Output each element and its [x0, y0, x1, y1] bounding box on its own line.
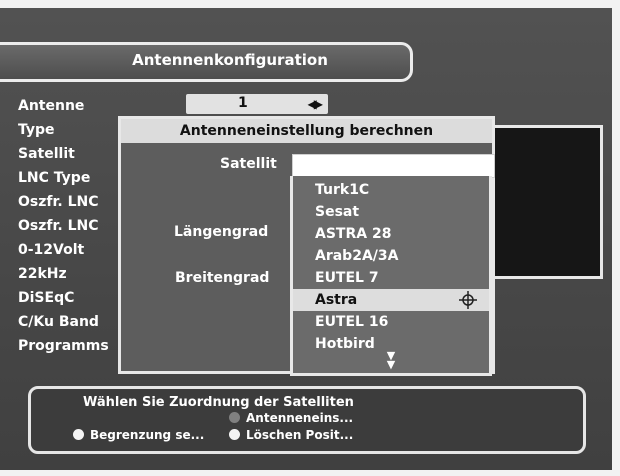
satellite-dropdown[interactable]: Turk1C Sesat ASTRA 28 Arab2A/3A EUTEL 7 …: [290, 176, 492, 376]
option-arab2a-3a[interactable]: Arab2A/3A: [293, 245, 489, 267]
settings-labels: Antenne Type Satellit LNC Type Oszfr. LN…: [18, 94, 109, 358]
preview-panel: [476, 125, 603, 279]
option-turk1c[interactable]: Turk1C: [293, 179, 489, 201]
loeschen-button[interactable]: Löschen Posit...: [229, 428, 353, 442]
setting-label-type[interactable]: Type: [18, 118, 109, 142]
setting-label-oszfr-lnc-2[interactable]: Oszfr. LNC: [18, 214, 109, 238]
title-bar: Antennenkonfiguration: [0, 42, 413, 82]
setting-label-programms[interactable]: Programms: [18, 334, 109, 358]
loeschen-label: Löschen Posit...: [246, 428, 354, 442]
scroll-down-icon[interactable]: ▼ ▼: [293, 350, 489, 370]
crosshair-icon: [459, 291, 477, 309]
breitengrad-label: Breitengrad: [175, 270, 270, 286]
option-astra-28[interactable]: ASTRA 28: [293, 223, 489, 245]
tv-screen: Antennenkonfiguration Antenne Type Satel…: [0, 8, 612, 470]
begrenzung-label: Begrenzung se...: [90, 428, 205, 442]
setting-label-22khz[interactable]: 22kHz: [18, 262, 109, 286]
antenneneins-button[interactable]: Antenneneins...: [229, 411, 353, 425]
help-box: Wählen Sie Zuordnung der Satelliten Ante…: [28, 386, 586, 454]
satellit-label: Satellit: [220, 156, 277, 172]
setting-label-antenne[interactable]: Antenne: [18, 94, 109, 118]
help-text: Wählen Sie Zuordnung der Satelliten: [83, 395, 354, 410]
begrenzung-button[interactable]: Begrenzung se...: [73, 428, 204, 442]
antenne-value: 1: [238, 95, 248, 111]
white-dot-icon: [73, 429, 84, 440]
setting-label-lnc-type[interactable]: LNC Type: [18, 166, 109, 190]
setting-label-diseqc[interactable]: DiSEqC: [18, 286, 109, 310]
satellit-input[interactable]: [292, 154, 495, 178]
option-sesat[interactable]: Sesat: [293, 201, 489, 223]
page-title: Antennenkonfiguration: [132, 51, 328, 69]
antenne-selector[interactable]: 1 ◀▶: [186, 94, 328, 114]
option-astra-label: Astra: [315, 292, 358, 308]
antenneneins-label: Antenneneins...: [246, 411, 354, 425]
option-astra-selected[interactable]: Astra: [293, 289, 489, 311]
setting-label-oszfr-lnc-1[interactable]: Oszfr. LNC: [18, 190, 109, 214]
option-eutel-16[interactable]: EUTEL 16: [293, 311, 489, 333]
dialog-title: Antenneneinstellung berechnen: [121, 119, 492, 143]
grey-dot-icon: [229, 412, 240, 423]
setting-label-c-ku-band[interactable]: C/Ku Band: [18, 310, 109, 334]
white-dot-icon: [229, 429, 240, 440]
laengengrad-label: Längengrad: [174, 224, 269, 240]
left-right-arrows-icon[interactable]: ◀▶: [308, 97, 324, 111]
option-eutel-7[interactable]: EUTEL 7: [293, 267, 489, 289]
setting-label-0-12volt[interactable]: 0-12Volt: [18, 238, 109, 262]
setting-label-satellit[interactable]: Satellit: [18, 142, 109, 166]
